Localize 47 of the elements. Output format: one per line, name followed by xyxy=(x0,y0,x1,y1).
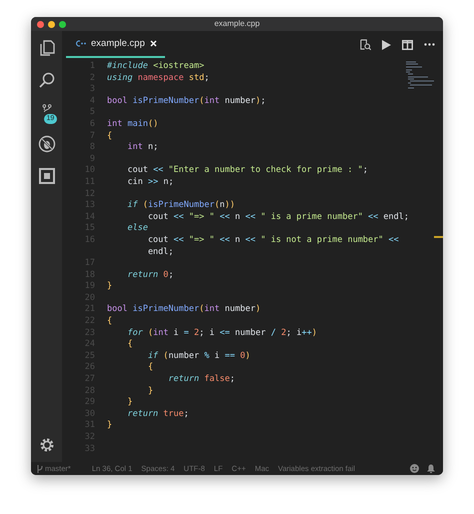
no-bug-icon[interactable] xyxy=(38,135,56,153)
code-line: bool isPrimeNumber(int number) xyxy=(107,304,261,316)
code-line: cin >> n; xyxy=(126,176,174,189)
code-line: return true; xyxy=(126,408,189,420)
code-line: cout << "Enter a number to check for prime : "; xyxy=(126,165,368,177)
code-line: } xyxy=(126,397,133,409)
code-line: #include <iostream> xyxy=(107,61,204,73)
play-icon[interactable] xyxy=(382,40,391,50)
editor-tab[interactable]: example.cpp xyxy=(66,31,165,58)
code-line: return false; xyxy=(167,374,235,386)
code-line: using namespace std; xyxy=(107,72,210,84)
split-editor-icon[interactable] xyxy=(402,40,413,50)
code-line: { xyxy=(146,362,154,374)
window-title: example.cpp xyxy=(214,18,260,30)
code-line: { xyxy=(107,130,112,142)
minimap-drawing[interactable] xyxy=(405,61,435,91)
settings-icon[interactable] xyxy=(38,436,56,454)
close-icon[interactable] xyxy=(150,40,157,47)
extensions-icon[interactable] xyxy=(38,167,56,185)
minimize-window-button[interactable] xyxy=(48,20,55,28)
code-line: endl; xyxy=(146,246,174,258)
code-line: bool isPrimeNumber(int number); xyxy=(107,96,266,108)
code-line: } xyxy=(107,420,112,432)
code-line: } xyxy=(146,386,154,398)
cpp-file-icon xyxy=(76,40,86,47)
more-icon[interactable] xyxy=(424,43,435,46)
search-file-icon[interactable] xyxy=(360,39,371,50)
code-line: { xyxy=(107,316,112,328)
code-line: int main() xyxy=(107,118,158,131)
branch-icon xyxy=(37,464,43,472)
code-line: cout << "=> " << n << " is a prime number" << endl; xyxy=(148,212,410,224)
zoom-window-button[interactable] xyxy=(59,20,66,28)
code-line: if (isPrimeNumber(n)) xyxy=(126,200,235,212)
search-icon[interactable] xyxy=(38,71,56,89)
files-icon[interactable] xyxy=(38,39,56,57)
code-line: if (number % i == 0) xyxy=(146,350,250,362)
code-line: } xyxy=(107,281,112,293)
bell-icon[interactable] xyxy=(427,464,435,473)
close-window-button[interactable] xyxy=(37,20,44,28)
code-line: for (int i = 2; i <= number / 2; i++) xyxy=(126,328,317,340)
code-line: else xyxy=(126,223,148,235)
code-line: return 0; xyxy=(126,270,174,282)
scrollbar-marker xyxy=(434,236,443,238)
code-line: cout << "=> " << n << " is not a prime number" << xyxy=(146,234,399,246)
code-line: { xyxy=(126,339,133,351)
code-line: int n; xyxy=(126,142,158,154)
smiley-icon[interactable] xyxy=(410,464,419,473)
